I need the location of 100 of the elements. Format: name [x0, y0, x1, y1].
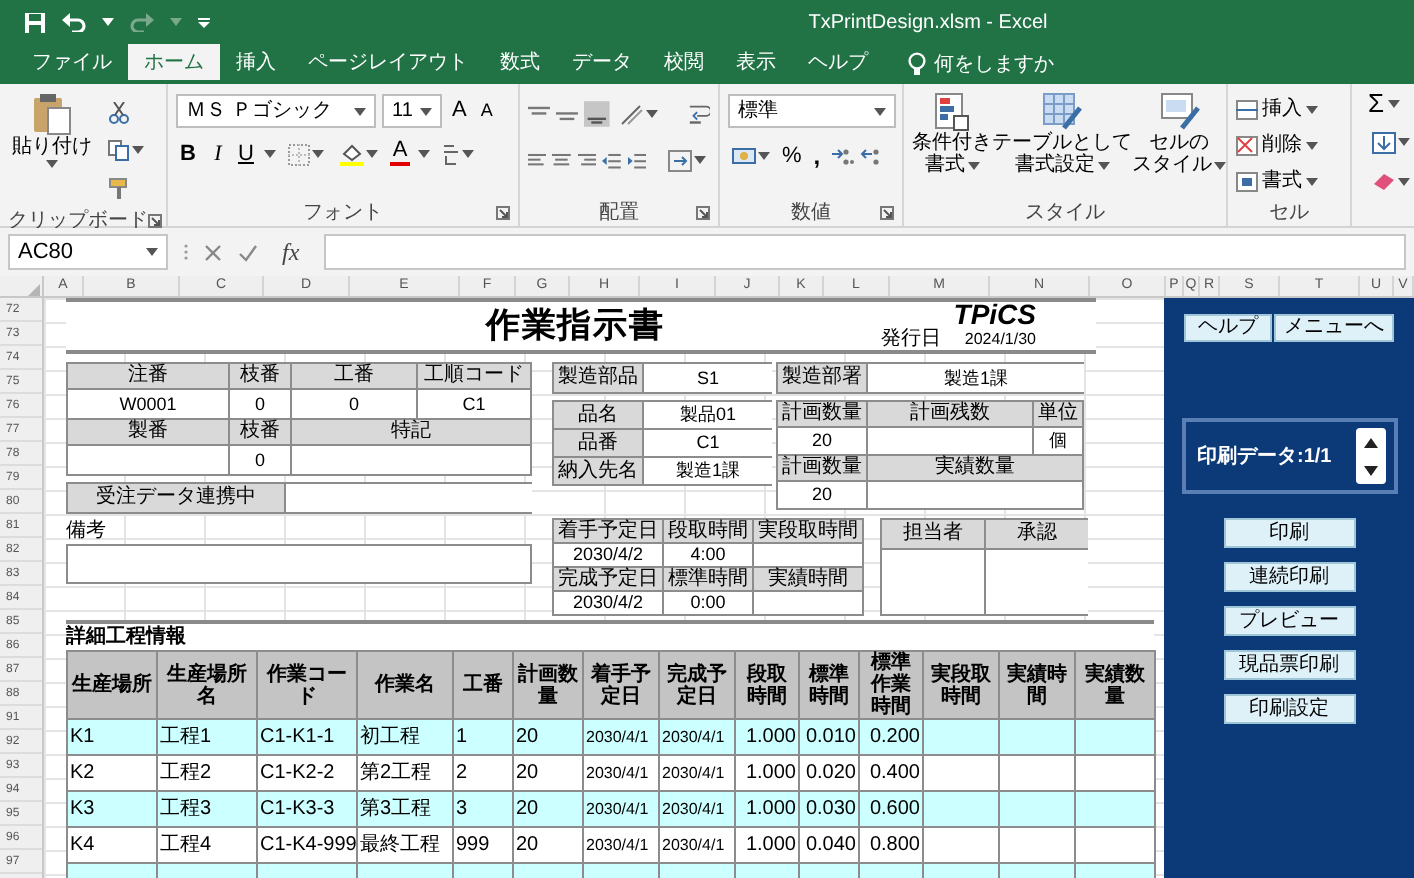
percent-button[interactable]: %: [780, 139, 804, 173]
tell-me-search[interactable]: 何をしますか: [934, 49, 1054, 79]
align-bottom-icon[interactable]: [583, 100, 610, 128]
fill-color-icon[interactable]: [340, 142, 364, 166]
field-label: 納入先名: [554, 458, 642, 484]
action-button[interactable]: 現品票印刷: [1223, 650, 1355, 680]
underline-button[interactable]: U: [236, 137, 256, 171]
autosum-button[interactable]: Σ: [1368, 88, 1414, 120]
decrease-decimal-icon[interactable]: [860, 145, 885, 167]
decrease-indent-icon[interactable]: [602, 149, 621, 171]
launcher-icon[interactable]: [696, 205, 710, 219]
insert-button[interactable]: 挿入: [1236, 92, 1342, 126]
caret-icon[interactable]: [132, 146, 144, 154]
fill-down-icon[interactable]: [1372, 131, 1396, 153]
launcher-icon[interactable]: [880, 205, 894, 219]
action-button[interactable]: 連続印刷: [1223, 562, 1355, 592]
format-as-table-button[interactable]: テーブルとして 書式設定: [992, 92, 1132, 198]
ribbon-tab[interactable]: 挿入: [220, 44, 292, 84]
remarks-label: 備考: [66, 520, 106, 544]
paste-button[interactable]: 貼り付け: [8, 90, 96, 206]
merge-cells-icon[interactable]: [668, 149, 692, 171]
caret-icon[interactable]: [1398, 178, 1410, 186]
action-button[interactable]: 印刷: [1223, 518, 1355, 548]
enter-icon[interactable]: [238, 243, 258, 261]
help-button[interactable]: ヘルプ: [1184, 314, 1272, 342]
undo-icon[interactable]: [62, 12, 86, 32]
caret-icon[interactable]: [758, 152, 770, 160]
down-arrow-icon[interactable]: [1363, 465, 1377, 475]
action-button[interactable]: 印刷設定: [1223, 694, 1355, 724]
insert-function-button[interactable]: fx: [274, 234, 308, 270]
caret-icon[interactable]: [146, 248, 158, 256]
caret-icon[interactable]: [1388, 100, 1401, 108]
action-button[interactable]: プレビュー: [1223, 606, 1355, 636]
caret-icon[interactable]: [264, 150, 276, 158]
conditional-formatting-button[interactable]: 条件付き 書式: [912, 92, 992, 198]
format-painter-icon[interactable]: [108, 177, 130, 199]
copy-icon[interactable]: [108, 139, 130, 161]
caret-icon[interactable]: [1097, 161, 1109, 169]
align-right-icon[interactable]: [577, 149, 597, 171]
delete-button[interactable]: 削除: [1236, 128, 1342, 162]
center-icon[interactable]: [552, 149, 572, 171]
bold-button[interactable]: B: [176, 137, 200, 171]
shrink-font-button[interactable]: A: [476, 97, 497, 125]
scissors-icon[interactable]: [108, 101, 130, 123]
caret-icon[interactable]: [312, 150, 324, 158]
orientation-icon[interactable]: [619, 103, 644, 125]
caret-icon[interactable]: [1398, 138, 1410, 146]
grow-font-button[interactable]: A: [448, 94, 471, 128]
ribbon-tab[interactable]: データ: [556, 44, 648, 84]
caret-icon[interactable]: [418, 150, 430, 158]
ribbon-tab[interactable]: 数式: [484, 44, 556, 84]
cell-styles-button[interactable]: セルの スタイル: [1132, 92, 1226, 198]
name-box[interactable]: AC80: [8, 234, 168, 270]
menu-button[interactable]: メニューへ: [1274, 314, 1394, 342]
caret-icon[interactable]: [462, 150, 474, 158]
caret-icon[interactable]: [1306, 177, 1318, 185]
remarks-field[interactable]: [66, 544, 532, 584]
caret-icon[interactable]: [1214, 161, 1226, 169]
formula-input[interactable]: [323, 234, 1406, 270]
eraser-icon[interactable]: [1372, 172, 1396, 192]
increase-indent-icon[interactable]: [627, 149, 646, 171]
spinner-control[interactable]: [1355, 428, 1385, 484]
launcher-icon[interactable]: [148, 213, 162, 227]
caret-icon[interactable]: [354, 107, 366, 115]
number-format-dropdown[interactable]: 標準: [728, 94, 896, 128]
ribbon-tab[interactable]: ファイル: [16, 44, 128, 84]
ribbon-tab[interactable]: ヘルプ: [792, 44, 884, 84]
ribbon-tab[interactable]: 表示: [720, 44, 792, 84]
launcher-icon[interactable]: [496, 205, 510, 219]
drag-handle-icon[interactable]: [184, 242, 188, 262]
comma-button[interactable]: ,: [809, 138, 825, 174]
caret-icon[interactable]: [46, 160, 58, 168]
increase-decimal-icon[interactable]: [830, 145, 855, 167]
ribbon-tab[interactable]: ページレイアウト: [292, 44, 484, 84]
field-value: 製造1課: [644, 458, 772, 484]
caret-icon[interactable]: [967, 161, 979, 169]
cancel-icon[interactable]: [204, 243, 222, 261]
ribbon-tab[interactable]: 校閲: [648, 44, 720, 84]
italic-button[interactable]: I: [208, 137, 228, 171]
align-left-icon[interactable]: [528, 149, 547, 171]
caret-icon[interactable]: [102, 18, 114, 26]
format-button[interactable]: 書式: [1236, 164, 1342, 198]
wrap-text-icon[interactable]: [688, 102, 711, 126]
phonetic-icon[interactable]: [442, 143, 460, 165]
ribbon-tab[interactable]: ホーム: [128, 44, 220, 84]
up-arrow-icon[interactable]: [1363, 437, 1377, 447]
currency-icon[interactable]: [732, 145, 756, 167]
save-icon[interactable]: [24, 11, 46, 33]
caret-icon[interactable]: [420, 107, 432, 115]
font-name-dropdown[interactable]: ＭＳ Ｐゴシック: [176, 94, 376, 128]
font-color-button[interactable]: A: [390, 140, 410, 168]
caret-icon[interactable]: [874, 107, 886, 115]
field-label: 特記: [292, 420, 530, 444]
caret-icon[interactable]: [645, 110, 658, 118]
caret-icon[interactable]: [366, 150, 378, 158]
customize-icon[interactable]: [198, 17, 210, 27]
caret-icon[interactable]: [694, 156, 706, 164]
caret-icon[interactable]: [1306, 141, 1318, 149]
font-size-dropdown[interactable]: 11: [382, 94, 442, 128]
caret-icon[interactable]: [1306, 105, 1318, 113]
